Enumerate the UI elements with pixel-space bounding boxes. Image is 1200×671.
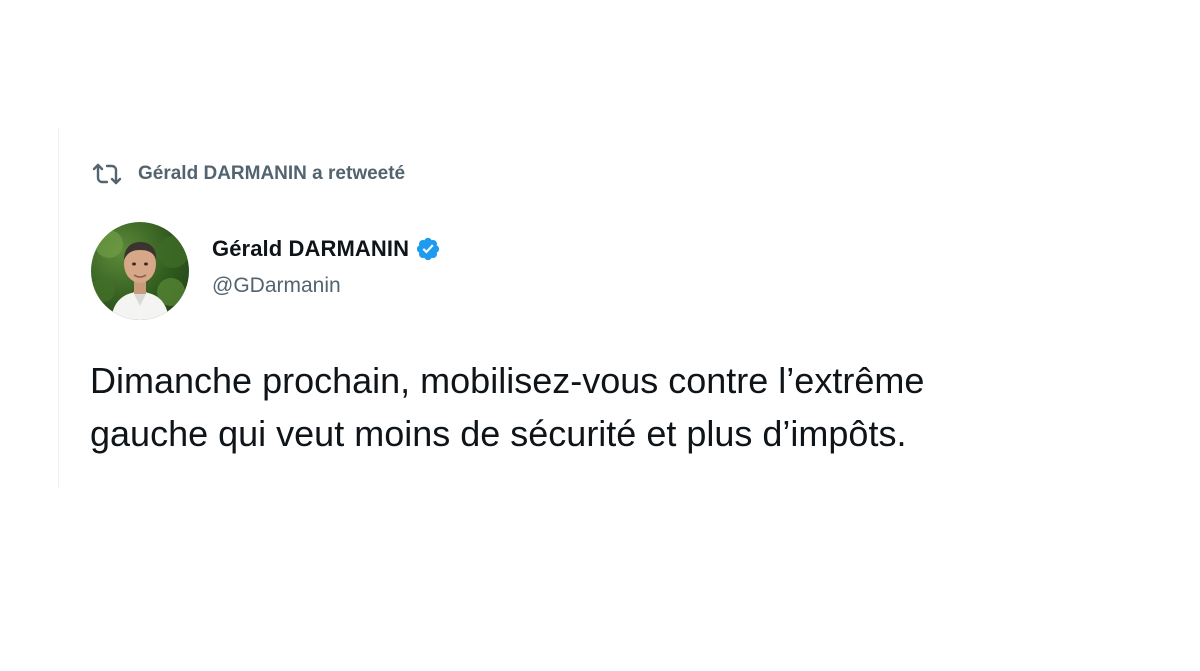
tweet-line: gauche qui veut moins de sécurité et plu…	[90, 413, 907, 454]
author-name[interactable]: Gérald DARMANIN	[212, 236, 409, 262]
verified-badge-icon	[415, 236, 441, 262]
author-name-row[interactable]: Gérald DARMANIN	[212, 234, 441, 264]
card-left-border	[58, 128, 59, 488]
retweet-context[interactable]: Gérald DARMANIN a retweeté	[92, 162, 405, 186]
retweet-label: Gérald DARMANIN a retweeté	[138, 163, 406, 184]
tweet-line: Dimanche prochain, mobilisez-vous contre…	[90, 360, 925, 401]
author-handle[interactable]: @GDarmanin	[212, 274, 341, 298]
retweet-icon	[92, 163, 122, 185]
avatar[interactable]	[91, 222, 189, 320]
tweet-text: Dimanche prochain, mobilisez-vous contre…	[90, 354, 1190, 460]
